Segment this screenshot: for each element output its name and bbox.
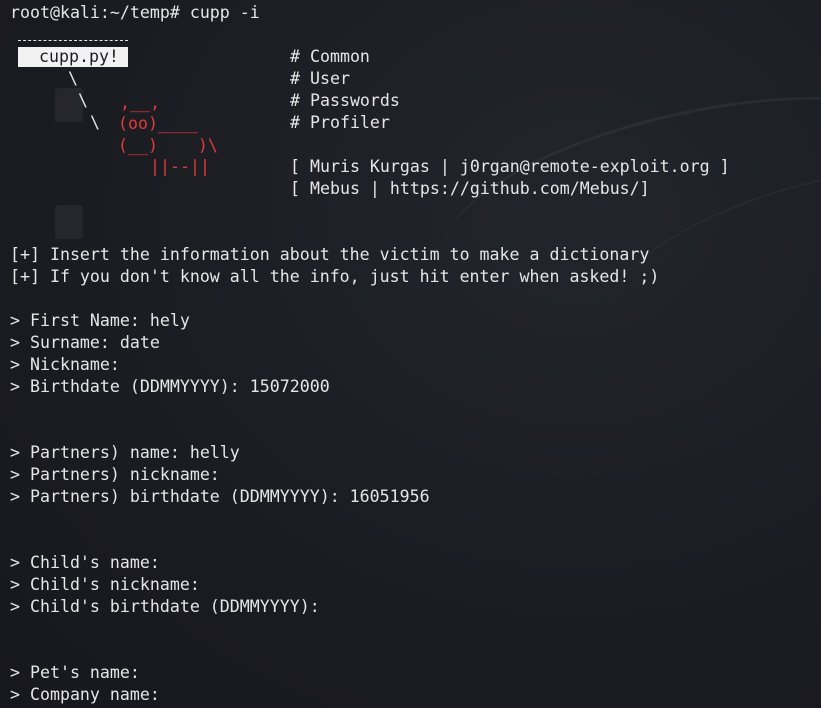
prompt-birthdate: > Birthdate (DDMMYYYY): 15072000 [10, 377, 330, 396]
ascii-slash: \ [68, 69, 78, 88]
ascii-cow-body: (__) )\ [118, 136, 218, 155]
prompt-child-nickname: > Child's nickname: [10, 575, 200, 594]
banner-top-border [18, 40, 128, 43]
prompt-child-birthdate: > Child's birthdate (DDMMYYYY): [10, 597, 320, 616]
banner-label: cupp.py! [18, 47, 128, 67]
banner-comment: # User [290, 69, 350, 88]
ascii-slash: \ [90, 113, 100, 132]
prompt-surname: > Surname: date [10, 333, 160, 352]
terminal-window[interactable]: root@kali:~/temp# cupp -i cupp.py! \ \ \… [0, 0, 821, 708]
ascii-slash: \ [78, 91, 88, 110]
prompt-nickname: > Nickname: [10, 355, 120, 374]
prompt-partner-name: > Partners) name: helly [10, 443, 240, 462]
desktop-icon-ghost [55, 205, 83, 239]
prompt-company-name: > Company name: [10, 685, 160, 704]
prompt-child-name: > Child's name: [10, 553, 160, 572]
info-line: [+] Insert the information about the vic… [10, 245, 650, 264]
prompt-partner-nickname: > Partners) nickname: [10, 465, 220, 484]
banner-credit: [ Muris Kurgas | j0rgan@remote-exploit.o… [290, 157, 730, 176]
ascii-cow-top: ,__, [120, 93, 160, 112]
ascii-cow-eyes: (oo)____ [118, 114, 198, 133]
prompt-first-name: > First Name: hely [10, 311, 190, 330]
banner-comment: # Passwords [290, 91, 400, 110]
prompt-partner-birthdate: > Partners) birthdate (DDMMYYYY): 160519… [10, 487, 430, 506]
banner-comment: # Profiler [290, 113, 390, 132]
command-prompt-line: root@kali:~/temp# cupp -i [10, 3, 260, 22]
ascii-cow-legs: ||--|| [150, 157, 210, 176]
info-line: [+] If you don't know all the info, just… [10, 267, 660, 286]
banner-credit: [ Mebus | https://github.com/Mebus/] [290, 179, 650, 198]
prompt-pet-name: > Pet's name: [10, 663, 140, 682]
banner-comment: # Common [290, 47, 370, 66]
